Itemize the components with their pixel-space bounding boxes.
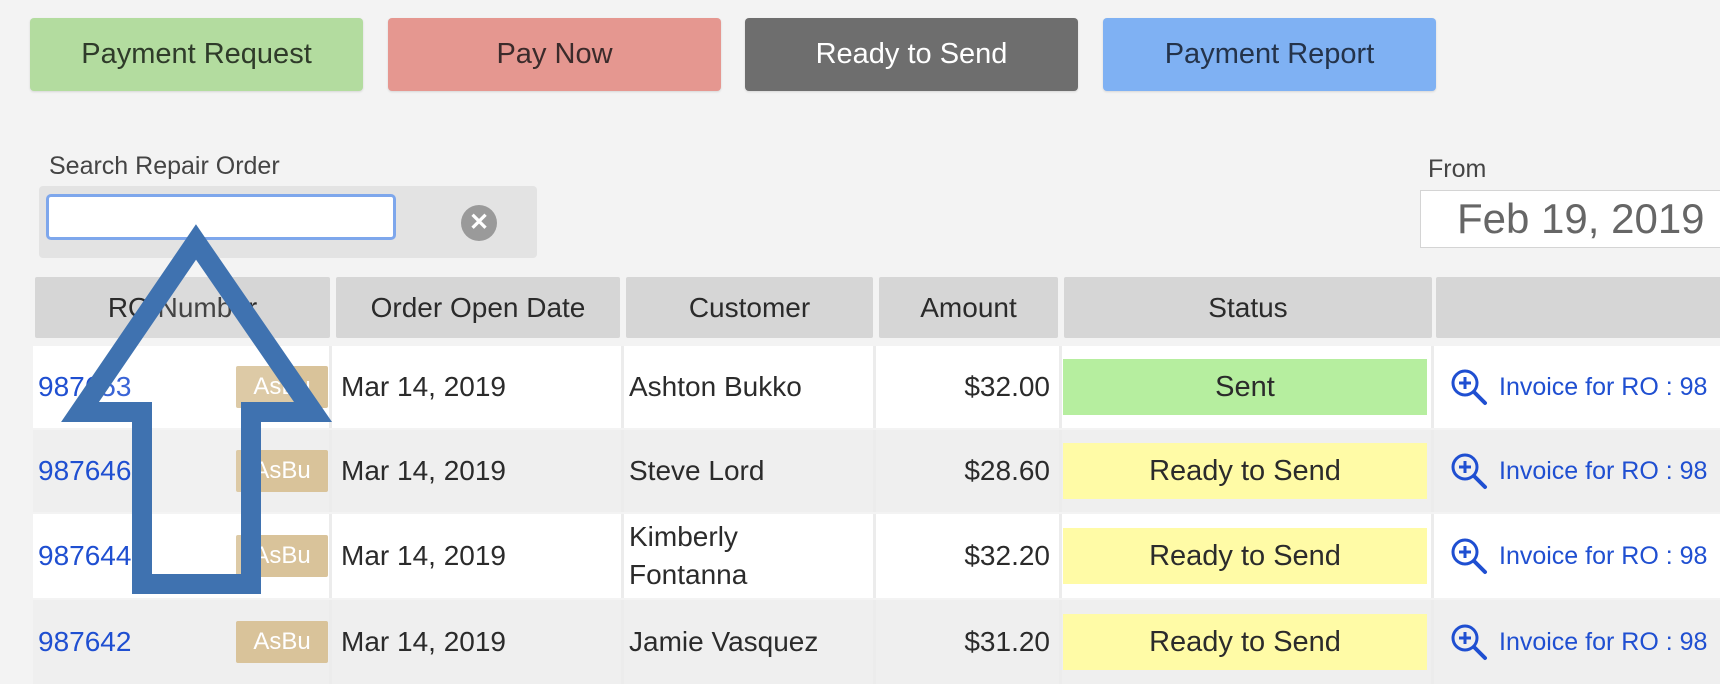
status-badge: Ready to Send (1063, 614, 1427, 670)
invoice-link[interactable]: Invoice for RO : 98 (1449, 366, 1707, 408)
from-label: From (1428, 155, 1487, 183)
payment-request-button[interactable]: Payment Request (30, 18, 363, 91)
invoice-link[interactable]: Invoice for RO : 98 (1449, 621, 1707, 663)
tech-tag-badge: AsBu (236, 450, 328, 492)
search-input[interactable] (46, 194, 396, 240)
search-label: Search Repair Order (49, 152, 280, 180)
amount: $31.20 (964, 626, 1050, 657)
invoice-link[interactable]: Invoice for RO : 98 (1449, 535, 1707, 577)
order-open-date: Mar 14, 2019 (341, 455, 506, 486)
table-row: 987644 AsBu Mar 14, 2019 Kimberly Fontan… (33, 514, 1720, 598)
invoice-link-text: Invoice for RO : 98 (1499, 627, 1708, 656)
from-date-input[interactable]: Feb 19, 2019 (1420, 190, 1720, 248)
customer-name: Kimberly Fontanna (629, 521, 748, 590)
tech-tag-badge: AsBu (236, 366, 328, 408)
pay-now-button[interactable]: Pay Now (388, 18, 721, 91)
payment-report-button[interactable]: Payment Report (1103, 18, 1436, 91)
column-header-status[interactable]: Status (1064, 277, 1432, 338)
ro-number-link[interactable]: 987646 (38, 455, 131, 487)
invoice-link-text: Invoice for RO : 98 (1499, 541, 1708, 570)
amount: $32.00 (964, 371, 1050, 402)
order-open-date: Mar 14, 2019 (341, 626, 506, 657)
tech-tag-badge: AsBu (236, 535, 328, 577)
table-row: 987646 AsBu Mar 14, 2019 Steve Lord $28.… (33, 430, 1720, 512)
zoom-in-icon (1451, 538, 1487, 574)
customer-name: Steve Lord (629, 455, 765, 486)
table-row: 987653 AsBu Mar 14, 2019 Ashton Bukko $3… (33, 346, 1720, 428)
column-header-order-open-date[interactable]: Order Open Date (336, 277, 620, 338)
table-row: 987642 AsBu Mar 14, 2019 Jamie Vasquez $… (33, 600, 1720, 684)
zoom-in-icon (1451, 453, 1487, 489)
column-header-customer[interactable]: Customer (626, 277, 873, 338)
customer-name: Ashton Bukko (629, 371, 802, 402)
amount: $28.60 (964, 455, 1050, 486)
column-header-ro-number[interactable]: RO Number (35, 277, 330, 338)
column-header-amount[interactable]: Amount (879, 277, 1058, 338)
clear-circle-icon[interactable]: ✕ (461, 205, 497, 241)
amount: $32.20 (964, 540, 1050, 571)
order-open-date: Mar 14, 2019 (341, 540, 506, 571)
ready-to-send-button[interactable]: Ready to Send (745, 18, 1078, 91)
status-badge: Ready to Send (1063, 528, 1427, 584)
order-open-date: Mar 14, 2019 (341, 371, 506, 402)
invoice-link[interactable]: Invoice for RO : 98 (1449, 450, 1707, 492)
tech-tag-badge: AsBu (236, 621, 328, 663)
search-group: ✕ (39, 186, 537, 258)
invoice-link-text: Invoice for RO : 98 (1499, 456, 1708, 485)
status-badge: Sent (1063, 359, 1427, 415)
status-badge: Ready to Send (1063, 443, 1427, 499)
ro-number-link[interactable]: 987642 (38, 626, 131, 658)
ro-number-link[interactable]: 987644 (38, 540, 131, 572)
ro-number-link[interactable]: 987653 (38, 371, 131, 403)
zoom-in-icon (1451, 624, 1487, 660)
customer-name: Jamie Vasquez (629, 626, 819, 657)
column-header-actions (1436, 277, 1720, 338)
invoice-link-text: Invoice for RO : 98 (1499, 372, 1708, 401)
zoom-in-icon (1451, 369, 1487, 405)
